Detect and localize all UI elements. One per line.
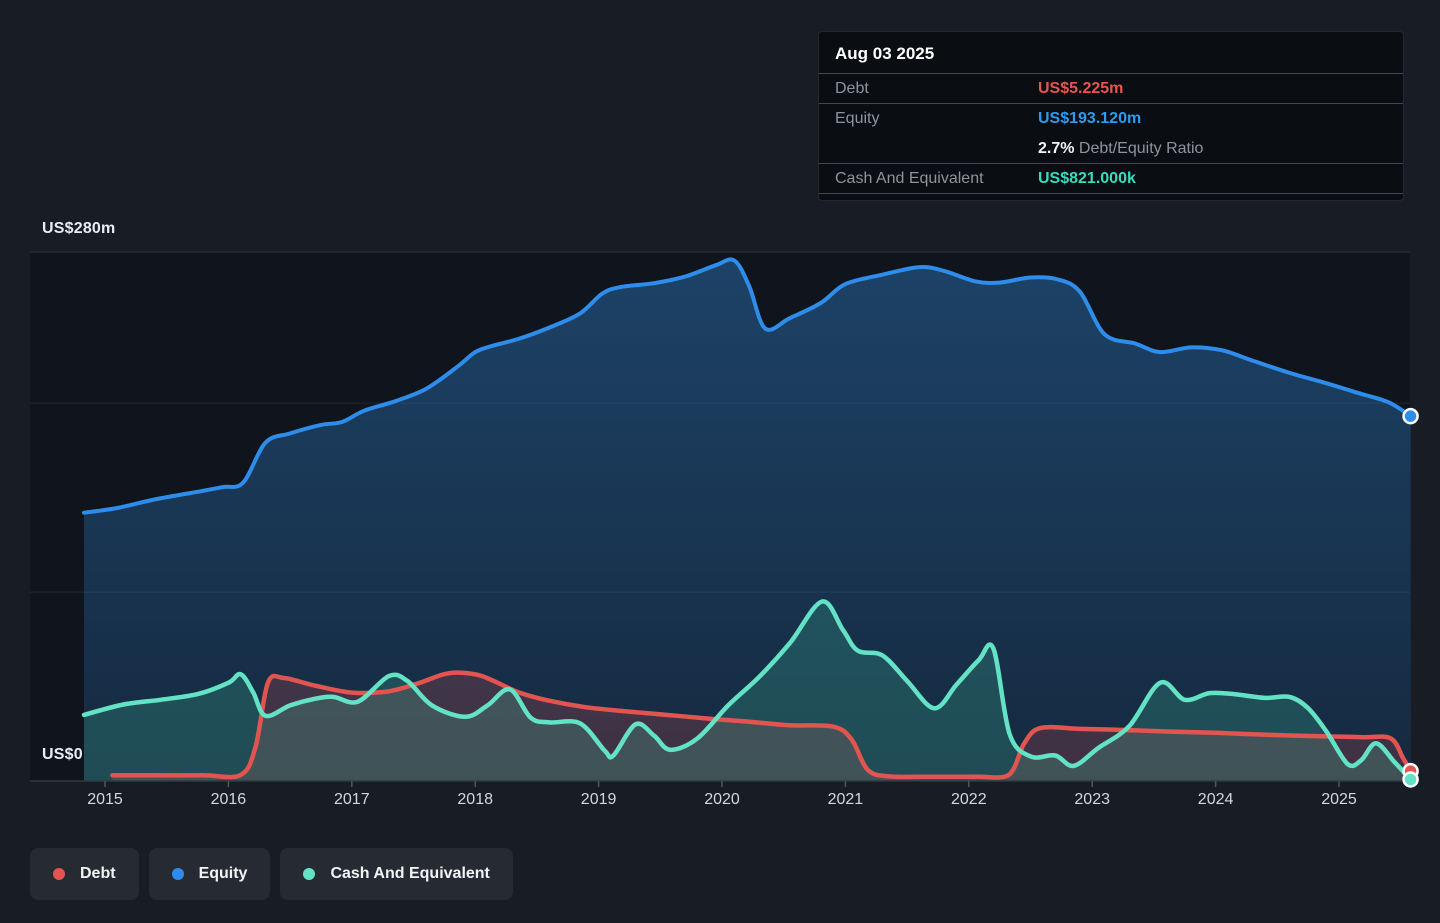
cash-and-equivalent-endpoint-dot: [1404, 772, 1418, 786]
x-axis-label-2016: 2016: [188, 791, 268, 809]
x-axis-label-2021: 2021: [805, 791, 885, 809]
chart-legend: Debt Equity Cash And Equivalent: [30, 848, 513, 900]
legend-chip-equity[interactable]: Equity: [149, 848, 271, 900]
x-axis-label-2022: 2022: [929, 791, 1009, 809]
tooltip-debt-value: US$5.225m: [1038, 80, 1387, 98]
tooltip-cash-row: Cash And Equivalent US$821.000k: [819, 164, 1403, 194]
balance-sheet-history-chart: US$280m US$0 2015 2016 2017 2018 2019 2020 202…: [0, 0, 1440, 923]
legend-label: Cash And Equivalent: [330, 865, 489, 883]
x-axis-label-2018: 2018: [435, 791, 515, 809]
x-axis-label-2017: 2017: [312, 791, 392, 809]
tooltip-ratio-value: 2.7% Debt/Equity Ratio: [1038, 140, 1387, 158]
y-axis-zero-label: US$0: [42, 746, 83, 764]
legend-dot-equity: [172, 868, 184, 880]
tooltip-debt-row: Debt US$5.225m: [819, 74, 1403, 104]
legend-chip-debt[interactable]: Debt: [30, 848, 139, 900]
equity-endpoint-dot: [1404, 409, 1418, 423]
legend-chip-cash-and-equivalent[interactable]: Cash And Equivalent: [280, 848, 512, 900]
legend-label: Debt: [80, 865, 116, 883]
x-axis-label-2015: 2015: [65, 791, 145, 809]
tooltip-cash-label: Cash And Equivalent: [835, 170, 1038, 188]
legend-label: Equity: [199, 865, 248, 883]
tooltip-equity-row: Equity US$193.120m: [819, 104, 1403, 134]
y-axis-max-label: US$280m: [42, 220, 115, 238]
legend-dot-debt: [53, 868, 65, 880]
x-axis-label-2020: 2020: [682, 791, 762, 809]
tooltip-equity-label: Equity: [835, 110, 1038, 128]
tooltip-debt-label: Debt: [835, 80, 1038, 98]
tooltip-ratio-row: 2.7% Debt/Equity Ratio: [819, 134, 1403, 164]
x-axis-label-2019: 2019: [559, 791, 639, 809]
x-axis-label-2025: 2025: [1299, 791, 1379, 809]
legend-dot-cash-and-equivalent: [303, 868, 315, 880]
tooltip-cash-value: US$821.000k: [1038, 170, 1387, 188]
tooltip-equity-value: US$193.120m: [1038, 110, 1387, 128]
chart-tooltip: Aug 03 2025 Debt US$5.225m Equity US$193…: [818, 31, 1404, 201]
tooltip-date: Aug 03 2025: [819, 32, 1403, 74]
x-axis-label-2023: 2023: [1052, 791, 1132, 809]
x-axis-label-2024: 2024: [1176, 791, 1256, 809]
